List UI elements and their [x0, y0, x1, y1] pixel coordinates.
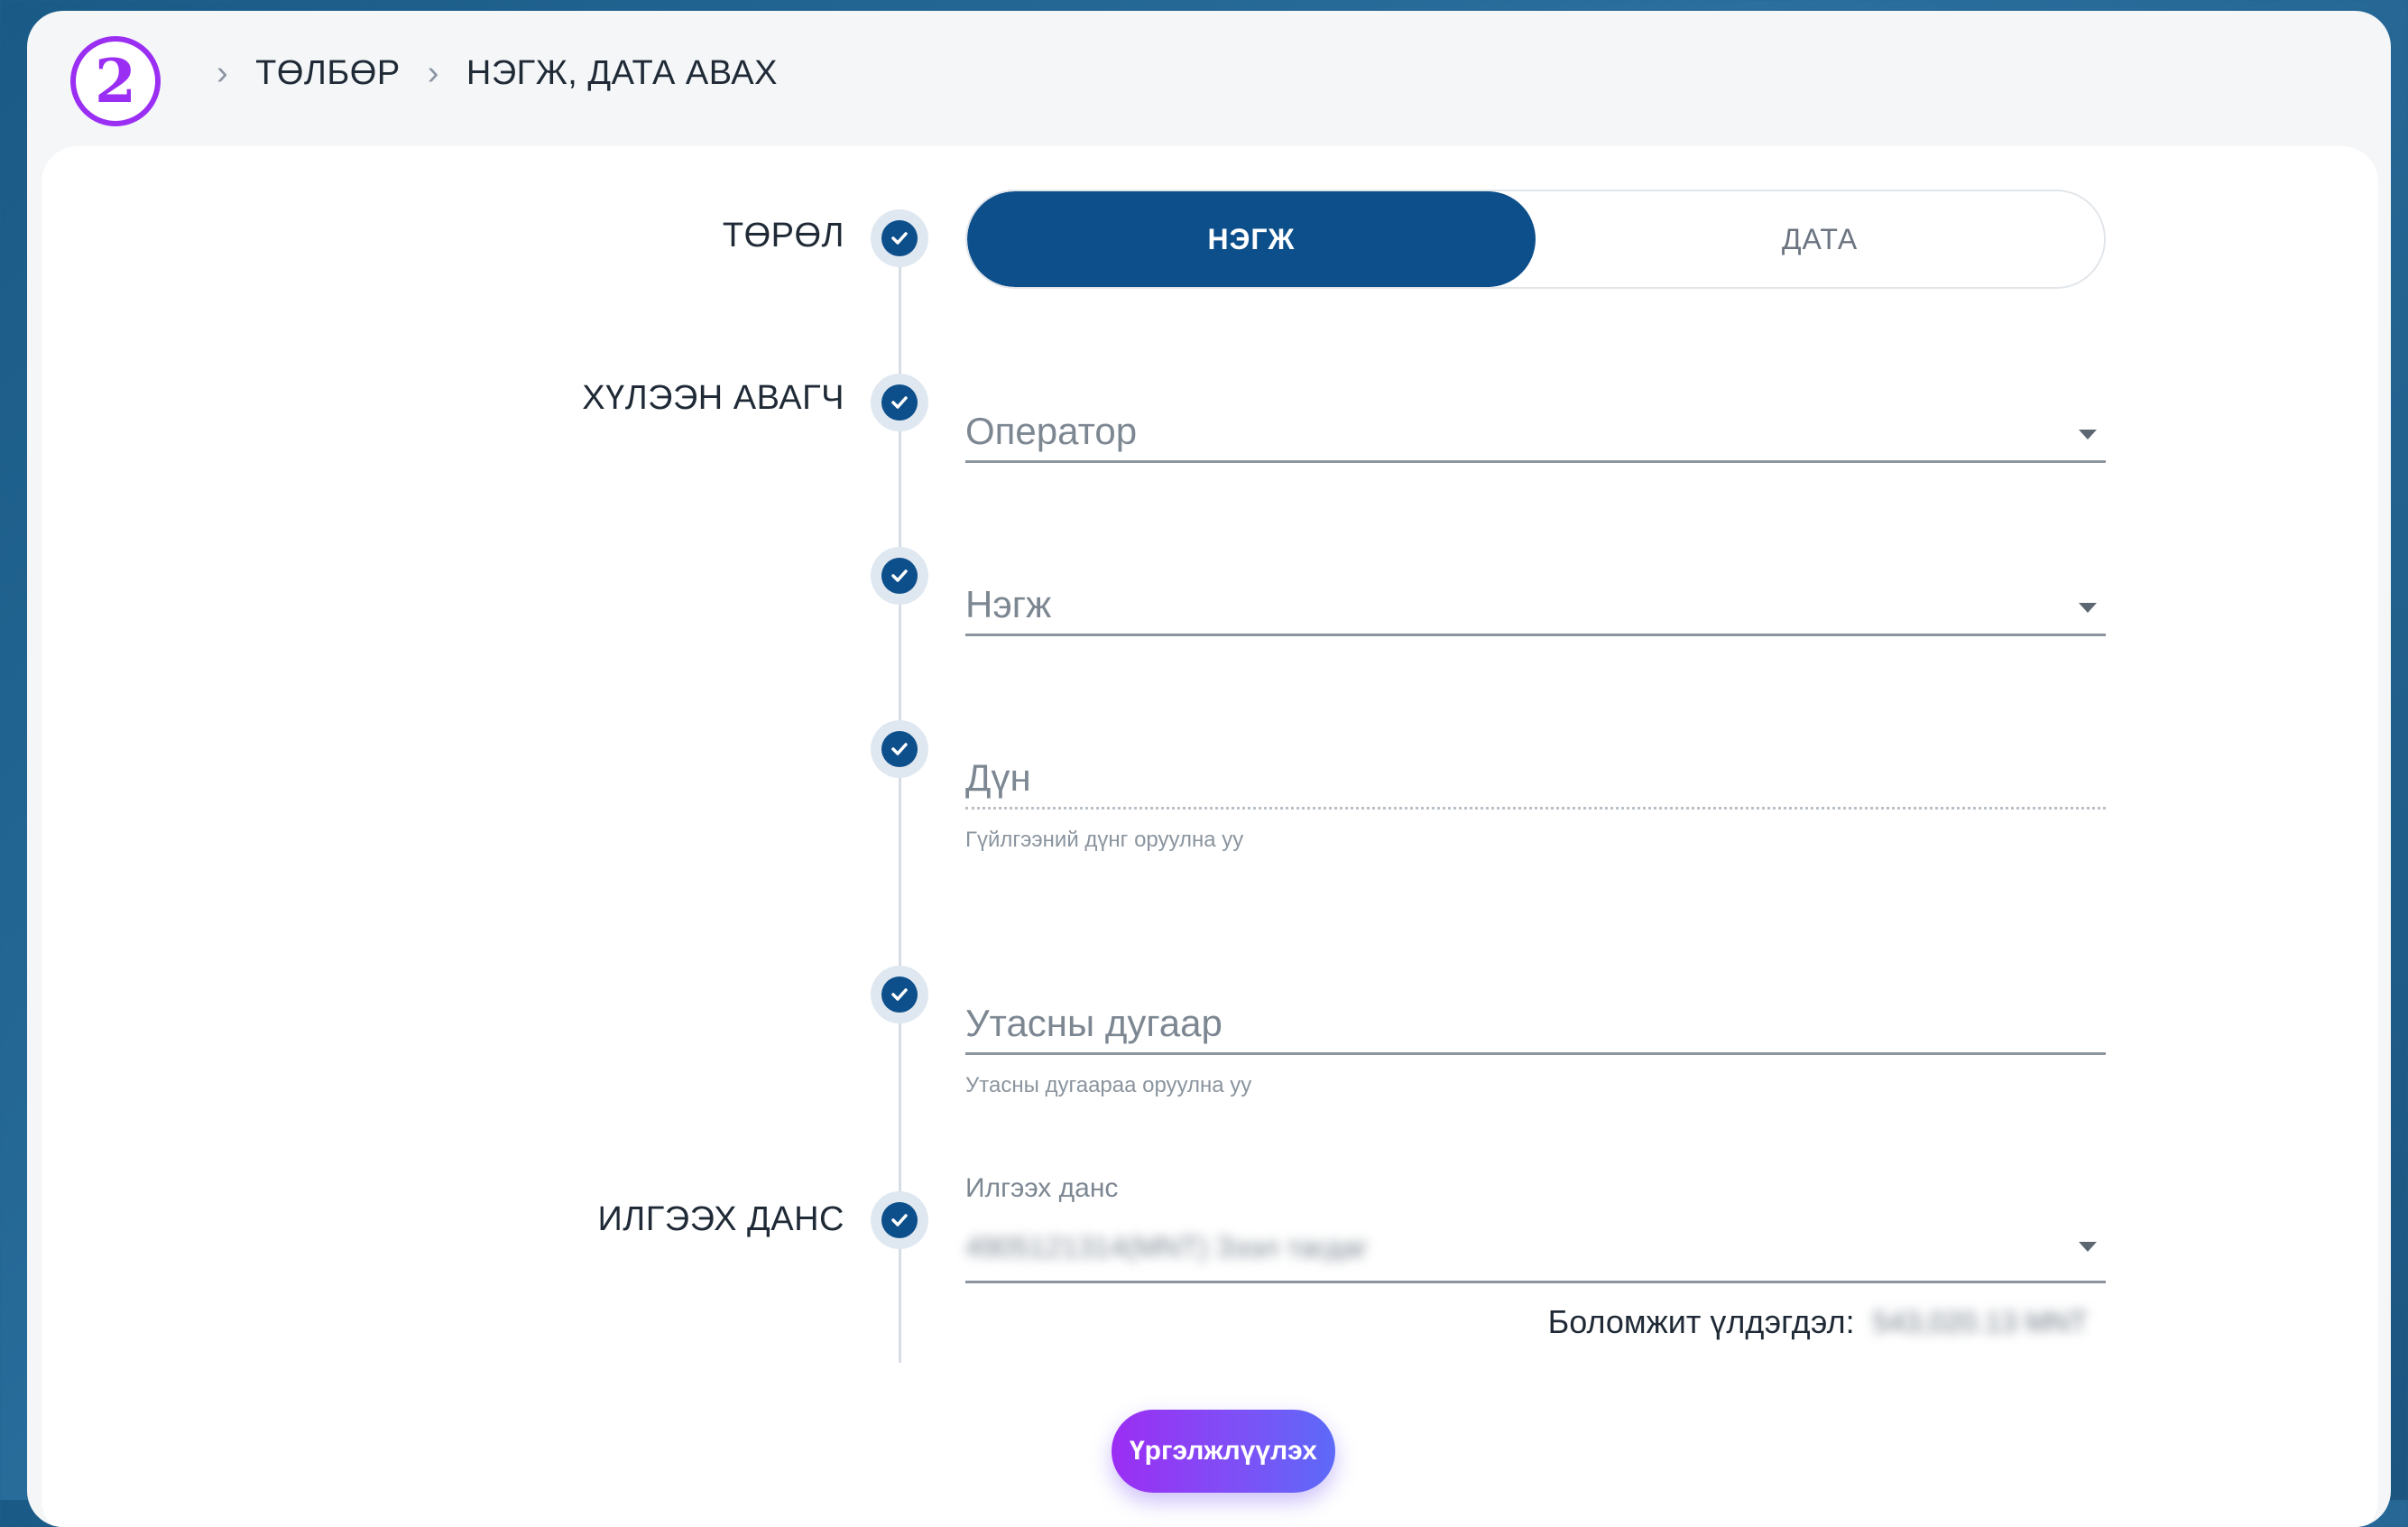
unit-underline — [965, 634, 2106, 636]
dropdown-caret-icon — [2079, 430, 2097, 440]
operator-placeholder: Оператор — [965, 410, 1138, 452]
type-segmented-control: НЭГЖ ДАТА — [965, 190, 2106, 289]
type-option-data[interactable]: ДАТА — [1536, 191, 2104, 287]
app-window: 2 › ТӨЛБӨР › НЭГЖ, ДАТА АВАХ ТӨРӨЛ НЭГЖ … — [27, 11, 2391, 1527]
available-balance: Боломжит үлдэгдэл: 543,020.13 MNT — [1548, 1303, 2088, 1341]
balance-label: Боломжит үлдэгдэл: — [1547, 1303, 1855, 1340]
amount-field[interactable]: Дүн Гүйлгээний дүнг оруулна уу — [965, 756, 2106, 853]
check-icon — [871, 1191, 928, 1249]
phone-underline — [965, 1052, 2106, 1055]
amount-placeholder: Дүн — [965, 756, 1031, 799]
phone-hint: Утасны дугаараа оруулна уу — [965, 1073, 1252, 1097]
dropdown-caret-icon — [2079, 603, 2097, 613]
amount-underline — [965, 807, 2106, 810]
step-number-badge: 2 — [70, 36, 161, 126]
breadcrumb: › ТӨЛБӨР › НЭГЖ, ДАТА АВАХ — [189, 54, 778, 93]
dropdown-caret-icon — [2079, 1242, 2097, 1252]
phone-placeholder: Утасны дугаар — [965, 1002, 1222, 1044]
check-icon — [871, 374, 928, 431]
account-select[interactable]: Илгээх данс 4905121314(MNT) Зээл тагдаг — [965, 1173, 2106, 1283]
amount-hint: Гүйлгээний дүнг оруулна уу — [965, 828, 1244, 852]
breadcrumb-item-current: НЭГЖ, ДАТА АВАХ — [466, 54, 778, 92]
operator-underline — [965, 460, 2106, 463]
check-icon — [871, 966, 928, 1023]
type-label: ТӨРӨЛ — [722, 217, 844, 255]
balance-value: 543,020.13 MNT — [1872, 1305, 2088, 1338]
chevron-right-icon: › — [217, 54, 229, 92]
account-field-label: Илгээх данс — [965, 1173, 1119, 1203]
unit-select[interactable]: Нэгж — [965, 583, 2106, 636]
breadcrumb-item-payment[interactable]: ТӨЛБӨР — [255, 54, 401, 93]
chevron-right-icon: › — [427, 54, 439, 92]
account-value: 4905121314(MNT) Зээл тагдаг — [965, 1231, 1369, 1263]
form-card: ТӨРӨЛ НЭГЖ ДАТА ХҮЛЭЭН АВАГЧ Оператор Нэ… — [42, 146, 2378, 1527]
check-icon — [871, 547, 928, 605]
continue-button[interactable]: Үргэлжлүүлэх — [1112, 1410, 1335, 1493]
account-underline — [965, 1281, 2106, 1283]
type-option-unit[interactable]: НЭГЖ — [967, 191, 1536, 287]
check-icon — [871, 720, 928, 778]
breadcrumb-bar: 2 › ТӨЛБӨР › НЭГЖ, ДАТА АВАХ — [27, 11, 2391, 146]
account-section-label: ИЛГЭЭХ ДАНС — [597, 1200, 844, 1238]
unit-placeholder: Нэгж — [965, 583, 1052, 625]
recipient-label: ХҮЛЭЭН АВАГЧ — [582, 379, 844, 417]
phone-field[interactable]: Утасны дугаар Утасны дугаараа оруулна уу — [965, 1002, 2106, 1098]
operator-select[interactable]: Оператор — [965, 410, 2106, 463]
check-icon — [871, 209, 928, 267]
